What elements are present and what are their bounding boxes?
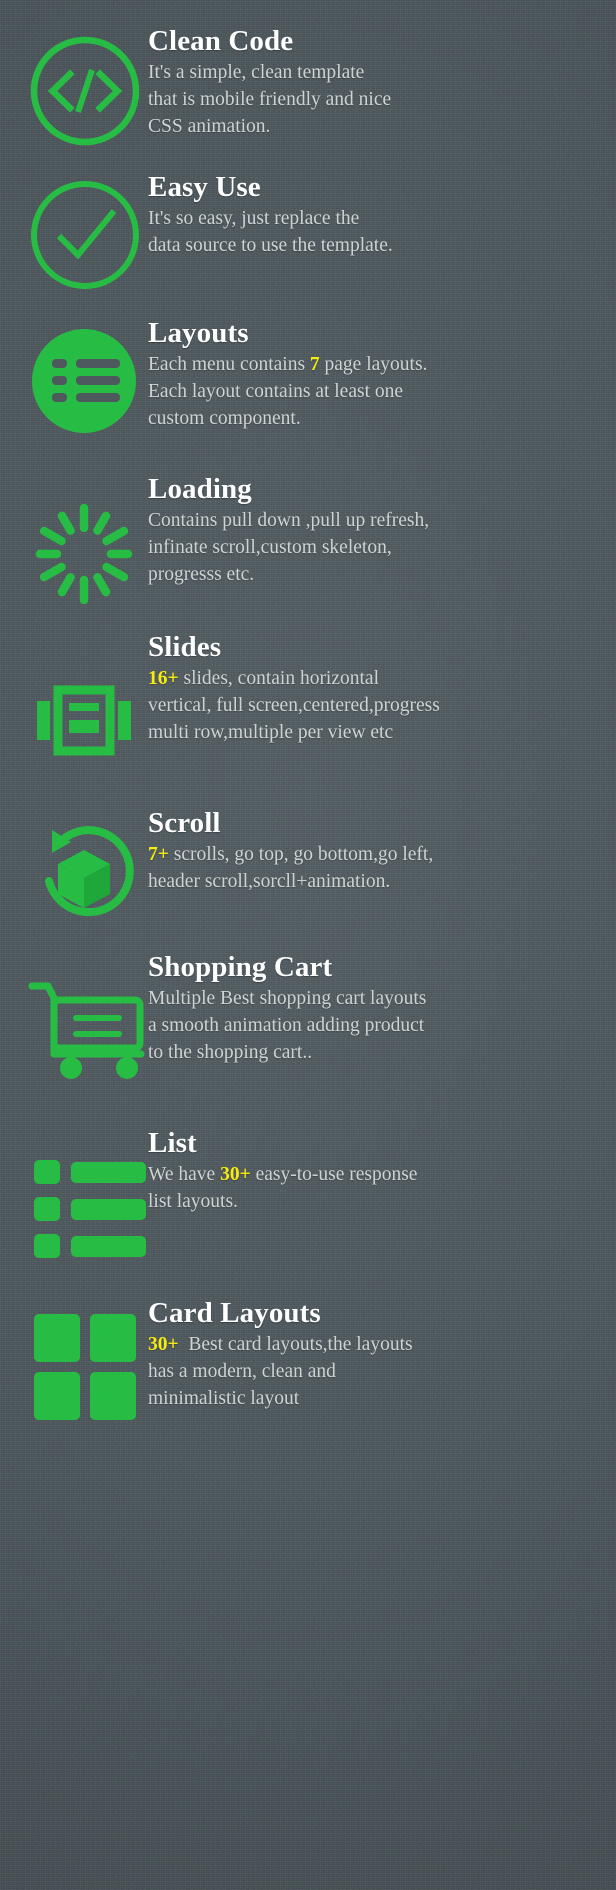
desc-line: that is mobile friendly and nice — [148, 89, 392, 111]
highlight-count: 30+ — [220, 1164, 251, 1186]
desc-line: minimalistic layout — [148, 1388, 300, 1410]
feature-title: Slides — [148, 631, 222, 663]
desc-line: CSS animation. — [148, 116, 271, 138]
feature-description: Multiple Best shopping cart layouts a sm… — [148, 986, 616, 1067]
highlight-count: 7+ — [148, 844, 169, 866]
loading-spinner-icon — [26, 496, 146, 616]
feature-title: Card Layouts — [148, 1297, 321, 1329]
feature-text-card-layouts: Card Layouts 30+ Best card layouts,the l… — [148, 1297, 616, 1413]
feature-text-shopping-cart: Shopping Cart Multiple Best shopping car… — [148, 951, 616, 1067]
feature-description: It's a simple, clean template that is mo… — [148, 60, 616, 141]
desc-line: Contains pull down ,pull up refresh, — [148, 510, 430, 532]
code-circle-icon — [26, 32, 146, 152]
list-bars-icon — [26, 1154, 146, 1274]
feature-description: Contains pull down ,pull up refresh, inf… — [148, 508, 616, 589]
feature-title: Shopping Cart — [148, 951, 333, 983]
desc-line: progresss etc. — [148, 564, 255, 586]
desc-line: It's a simple, clean template — [148, 62, 365, 84]
feature-description: It's so easy, just replace the data sour… — [148, 206, 616, 260]
desc-line: multi row,multiple per view etc — [148, 722, 394, 744]
feature-text-scroll: Scroll 7+ scrolls, go top, go bottom,go … — [148, 807, 616, 896]
desc-line: list layouts. — [148, 1191, 238, 1213]
shopping-cart-icon — [26, 958, 146, 1079]
feature-title: List — [148, 1127, 197, 1159]
desc-line: a smooth animation adding product — [148, 1015, 425, 1037]
highlight-count: 16+ — [148, 668, 179, 690]
feature-title: Easy Use — [148, 171, 261, 203]
desc-line: has a modern, clean and — [148, 1361, 336, 1383]
desc-line: 7+ scrolls, go top, go bottom,go left, — [148, 844, 434, 866]
feature-text-loading: Loading Contains pull down ,pull up refr… — [148, 473, 616, 589]
desc-line: Multiple Best shopping cart layouts — [148, 988, 427, 1010]
feature-text-list: List We have 30+ easy-to-use response li… — [148, 1127, 616, 1216]
feature-description: 7+ scrolls, go top, go bottom,go left, h… — [148, 842, 616, 896]
desc-line: data source to use the template. — [148, 235, 393, 257]
desc-line: infinate scroll,custom skeleton, — [148, 537, 392, 559]
desc-line: It's so easy, just replace the — [148, 208, 360, 230]
desc-line: We have 30+ easy-to-use response — [148, 1164, 418, 1186]
highlight-count: 30+ — [148, 1334, 179, 1356]
desc-line: Each menu contains 7 page layouts. — [148, 354, 428, 376]
desc-line: to the shopping cart.. — [148, 1042, 313, 1064]
highlight-count: 7 — [309, 354, 320, 376]
feature-text-slides: Slides 16+ slides, contain horizontal ve… — [148, 631, 616, 747]
feature-title: Layouts — [148, 317, 249, 349]
feature-text-layouts: Layouts Each menu contains 7 page layout… — [148, 317, 616, 433]
desc-line: Each layout contains at least one — [148, 381, 404, 403]
feature-description: Each menu contains 7 page layouts. Each … — [148, 352, 616, 433]
feature-description: 16+ slides, contain horizontal vertical,… — [148, 666, 616, 747]
feature-title: Clean Code — [148, 25, 294, 57]
desc-line: vertical, full screen,centered,progress — [148, 695, 440, 717]
list-circle-icon — [26, 327, 146, 447]
feature-title: Loading — [148, 473, 252, 505]
desc-line: 30+ Best card layouts,the layouts — [148, 1334, 413, 1356]
feature-description: We have 30+ easy-to-use response list la… — [148, 1162, 616, 1216]
card-grid-icon — [26, 1310, 146, 1430]
carousel-slides-icon — [26, 676, 146, 796]
feature-description: 30+ Best card layouts,the layouts has a … — [148, 1332, 616, 1413]
feature-text-clean-code: Clean Code It's a simple, clean template… — [148, 25, 616, 141]
check-circle-icon — [26, 176, 146, 296]
desc-line: 16+ slides, contain horizontal — [148, 668, 379, 690]
feature-title: Scroll — [148, 807, 221, 839]
scroll-refresh-cube-icon — [26, 820, 146, 940]
feature-text-easy-use: Easy Use It's so easy, just replace the … — [148, 171, 616, 260]
desc-line: custom component. — [148, 408, 301, 430]
desc-line: header scroll,sorcll+animation. — [148, 871, 391, 893]
